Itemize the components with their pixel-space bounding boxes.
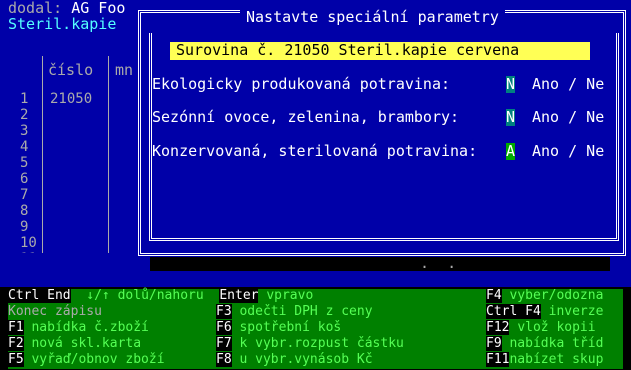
help-row-4-mid: F7 k vybr.rozpust částku bbox=[216, 336, 404, 351]
param-value-seasonal[interactable]: N bbox=[506, 109, 516, 126]
dialog-title: Nastavte speciální parametry bbox=[240, 9, 505, 26]
key-f6[interactable]: F6 bbox=[216, 320, 232, 335]
key-f4[interactable]: F4 bbox=[486, 288, 502, 303]
column-header-mn: mn bbox=[115, 61, 134, 79]
param-choices-seasonal: Ano / Ne bbox=[532, 108, 605, 126]
key-ctrl-end[interactable]: Ctrl End bbox=[8, 288, 71, 303]
status-strip-inner: . . bbox=[150, 255, 610, 272]
row-numbers: 1 2 3 4 5 6 7 8 9 10 11 bbox=[20, 91, 37, 267]
key-f2[interactable]: F2 bbox=[8, 336, 24, 351]
help-text-end-input: Konec zápisu bbox=[8, 304, 102, 319]
param-value-eco[interactable]: N bbox=[506, 76, 516, 93]
key-f9[interactable]: F9 bbox=[486, 336, 502, 351]
column-header-cislo: číslo bbox=[48, 61, 94, 79]
help-row-2: Konec zápisu bbox=[8, 305, 102, 318]
param-label-canned: Konzervovaná, sterilovaná potravina: bbox=[152, 142, 478, 160]
help-text-updown: ↓/↑ dolů/nahoru bbox=[86, 288, 204, 303]
help-row-2-right: Ctrl F4 inverze bbox=[486, 304, 604, 319]
key-f3[interactable]: F3 bbox=[216, 304, 232, 319]
help-row-3-right: F12 vlož kopii bbox=[486, 320, 596, 335]
column-divider bbox=[108, 56, 109, 253]
key-ctrl-f4[interactable]: Ctrl F4 bbox=[486, 304, 541, 319]
param-choices-eco: Ano / Ne bbox=[532, 75, 605, 93]
help-row-5: F5 vyřaď/obnov zboží bbox=[8, 352, 165, 367]
key-f8[interactable]: F8 bbox=[216, 352, 232, 367]
param-choices-canned: Ano / Ne bbox=[532, 142, 605, 160]
help-row-1: Ctrl End ↓/↑ dolů/nahoru Enter vpravo bbox=[8, 288, 314, 303]
key-f5[interactable]: F5 bbox=[8, 352, 24, 367]
key-f11[interactable]: F11 bbox=[486, 352, 510, 367]
help-row-2-mid: F3 odečti DPH z ceny bbox=[216, 304, 373, 319]
product-subtitle: Steril.kapie bbox=[8, 15, 117, 33]
help-text-vat: odečti DPH z ceny bbox=[239, 304, 373, 319]
column-divider bbox=[42, 56, 43, 253]
help-row-3-mid: F6 spotřební koš bbox=[216, 320, 342, 335]
help-row-4-right: F9 nabídka tříd bbox=[486, 336, 604, 351]
param-label-seasonal: Sezónní ovoce, zelenina, brambory: bbox=[152, 108, 460, 126]
product-info-bar: Surovina č. 21050 Steril.kapie cervena bbox=[170, 42, 590, 60]
key-f7[interactable]: F7 bbox=[216, 336, 232, 351]
separator-bar bbox=[0, 271, 631, 287]
help-text-invert: inverze bbox=[548, 304, 604, 319]
help-row-1-right: F4 vyber/odozna bbox=[486, 288, 604, 303]
help-row-3: F1 nabídka č.zboží bbox=[8, 320, 149, 335]
help-text-right: vpravo bbox=[266, 288, 314, 303]
help-row-4: F2 nová skl.karta bbox=[8, 336, 142, 351]
param-label-eco: Ekologicky produkovaná potravina: bbox=[152, 75, 451, 93]
help-text-select: vyber/odozna bbox=[509, 288, 604, 303]
key-f12[interactable]: F12 bbox=[486, 320, 510, 335]
help-row-5-right: F11nabízet skup bbox=[486, 352, 604, 367]
dialog-inner-frame bbox=[149, 33, 619, 241]
help-row-5-mid: F8 u vybr.vynásob Kč bbox=[216, 352, 373, 367]
key-f1[interactable]: F1 bbox=[8, 320, 24, 335]
table-row-value[interactable]: 21050 bbox=[50, 91, 92, 108]
key-enter[interactable]: Enter bbox=[219, 288, 259, 303]
param-value-canned[interactable]: A bbox=[506, 143, 516, 160]
